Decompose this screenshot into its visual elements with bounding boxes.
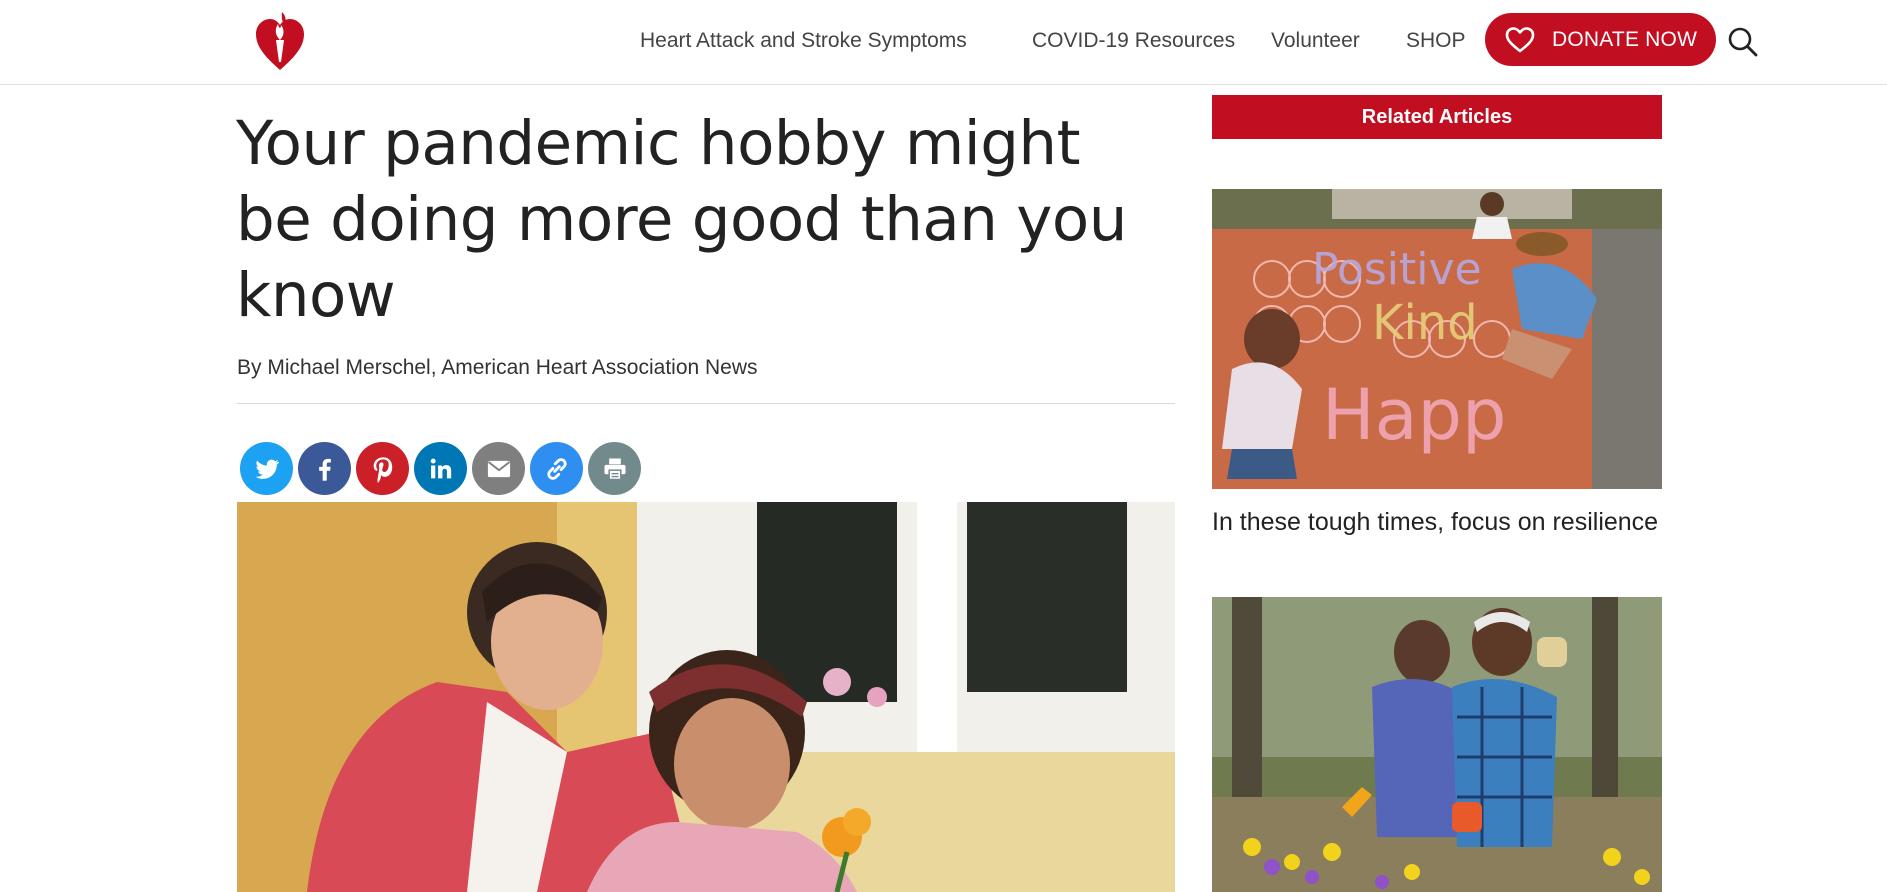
- linkedin-icon: [430, 458, 451, 478]
- link-icon: [546, 457, 567, 480]
- nav-volunteer[interactable]: Volunteer: [1271, 28, 1360, 54]
- related-article-image-2[interactable]: [1212, 597, 1662, 892]
- print-button[interactable]: [588, 442, 641, 495]
- byline-divider: [237, 403, 1175, 404]
- nav-covid-19-resources[interactable]: COVID-19 Resources: [1032, 28, 1235, 54]
- related-article-image-1[interactable]: Positive Kind Happ: [1212, 189, 1662, 489]
- svg-text:Happ: Happ: [1322, 374, 1506, 456]
- article-byline: By Michael Merschel, American Heart Asso…: [237, 356, 758, 379]
- copy-link-button[interactable]: [530, 442, 583, 495]
- share-twitter-button[interactable]: [240, 442, 293, 495]
- pinterest-icon: [373, 456, 392, 483]
- heart-outline-icon: [1505, 26, 1535, 52]
- heart-torch-logo[interactable]: [254, 10, 306, 72]
- related-articles-heading: Related Articles: [1212, 95, 1662, 139]
- twitter-icon: [255, 459, 279, 479]
- article-hero-image: [237, 502, 1175, 892]
- article-headline: Your pandemic hobby might be doing more …: [236, 108, 1127, 331]
- share-email-button[interactable]: [472, 442, 525, 495]
- share-facebook-button[interactable]: [298, 442, 351, 495]
- donate-now-label: DONATE NOW: [1552, 27, 1698, 51]
- related-article-title-1[interactable]: In these tough times, focus on resilienc…: [1212, 504, 1662, 541]
- nav-shop[interactable]: SHOP: [1406, 28, 1466, 54]
- svg-text:Positive: Positive: [1312, 244, 1482, 295]
- share-linkedin-button[interactable]: [414, 442, 467, 495]
- facebook-icon: [318, 458, 331, 481]
- search-icon[interactable]: [1727, 26, 1759, 58]
- email-icon: [487, 460, 510, 477]
- nav-heart-attack-stroke-symptoms[interactable]: Heart Attack and Stroke Symptoms: [640, 28, 967, 54]
- share-toolbar: [240, 442, 641, 495]
- share-pinterest-button[interactable]: [356, 442, 409, 495]
- donate-now-button[interactable]: DONATE NOW: [1485, 13, 1716, 66]
- svg-text:Kind: Kind: [1372, 295, 1478, 351]
- site-header: Heart Attack and Stroke Symptoms COVID-1…: [0, 0, 1887, 85]
- print-icon: [604, 458, 625, 480]
